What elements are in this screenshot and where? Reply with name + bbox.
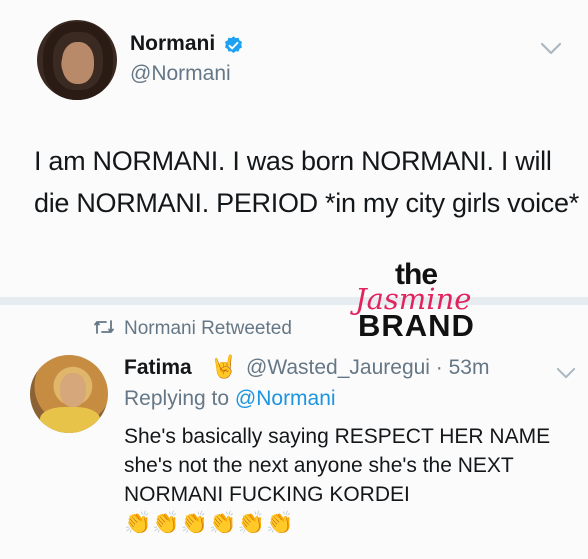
avatar-normani[interactable] <box>37 20 117 100</box>
tweet2-text: She's basically saying RESPECT HER NAME … <box>124 425 551 506</box>
avatar-fatima[interactable] <box>30 355 108 433</box>
the-jasmine-brand-watermark: the Jasmine BRAND <box>355 258 505 344</box>
replying-to-handle-link[interactable]: @Normani <box>235 387 336 410</box>
retweeted-by-label[interactable]: Normani Retweeted <box>124 318 292 340</box>
watermark-brand: BRAND <box>358 308 475 343</box>
tweet1-author-name[interactable]: Normani <box>130 32 215 56</box>
clapping-hands-emoji-row: 👏👏👏👏👏👏 <box>124 510 295 535</box>
avatar-shirt <box>40 407 100 433</box>
tweet2-author-name[interactable]: Fatima <box>124 356 192 380</box>
chevron-down-icon[interactable] <box>556 367 576 380</box>
chevron-down-icon[interactable] <box>540 42 562 56</box>
tweet1-handle[interactable]: @Normani <box>130 62 231 86</box>
verified-badge-icon <box>225 36 242 53</box>
rock-on-hand-emoji: 🤘 <box>210 354 238 379</box>
avatar-face <box>60 373 86 407</box>
replying-to-line: Replying to @Normani <box>124 387 336 411</box>
avatar-face <box>62 42 94 84</box>
retweet-icon <box>94 320 114 334</box>
tweet1-text: I am NORMANI. I was born NORMANI. I will… <box>34 146 579 218</box>
tweet2-handle-time[interactable]: @Wasted_Jauregui · 53m <box>246 356 489 380</box>
replying-to-prefix: Replying to <box>124 387 230 410</box>
